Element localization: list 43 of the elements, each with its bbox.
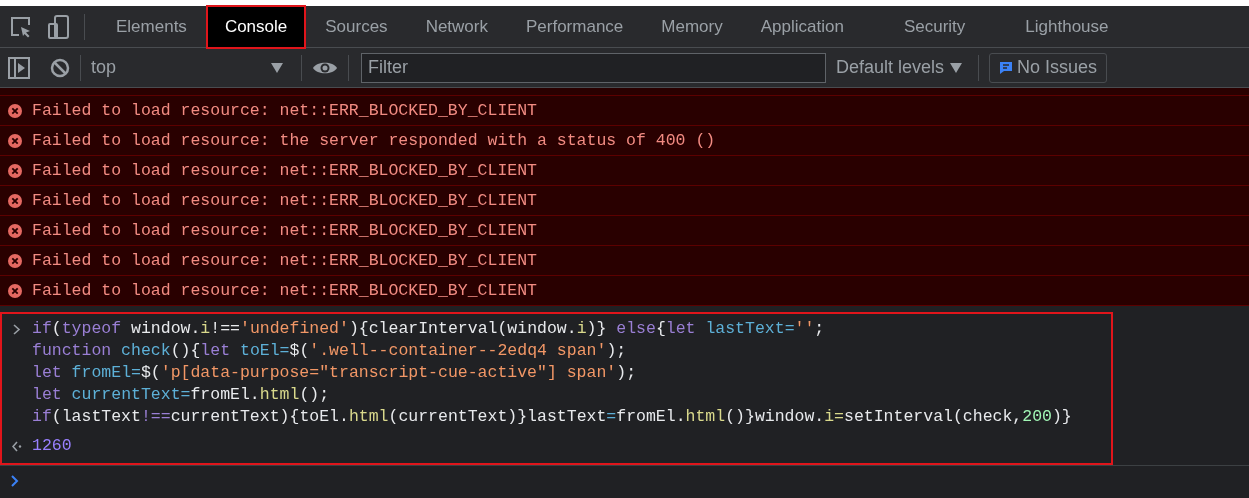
prompt-icon[interactable] [11,475,19,487]
error-message: Failed to load resource: net::ERR_BLOCKED_BY_CLIENT [32,101,537,120]
error-icon [8,253,22,268]
code-line: let fromEl=$('p[data-purpose="transcript-cue-active"] span'); [32,362,637,384]
filter-field[interactable]: Filter [361,52,826,83]
tab[interactable]: Sources [308,6,405,47]
error-message: Failed to load resource: net::ERR_BLOCKED_BY_CLIENT [32,191,537,210]
error-message: Failed to load resource: net::ERR_BLOCKED_BY_CLIENT [32,251,537,270]
levels-dropdown[interactable]: Default levels [830,56,969,79]
tab[interactable]: Memory [644,6,740,47]
error-message: Failed to load resource: the server responded with a status of 400 () [32,131,716,150]
result-value: 1260 [32,435,72,457]
code-line: if(typeof window.i!=='undefined'){clearInterval(window.i)} else{let lastText=''; [32,318,825,340]
tab[interactable]: Network [408,6,505,47]
error-message: Failed to load resource: net::ERR_BLOCKED_BY_CLIENT [32,161,537,180]
tab[interactable]: Application [743,6,861,47]
sidebar-toggle-icon[interactable] [8,56,30,79]
device-icon[interactable] [48,14,70,39]
error-icon [8,223,22,238]
error-icon [8,133,22,148]
error-icon [8,283,22,298]
prompt-icon [13,323,21,335]
error-message: Failed to load resource: net::ERR_BLOCKED_BY_CLIENT [32,221,537,240]
error-icon [8,193,22,208]
tab[interactable]: Lighthouse [1008,6,1126,47]
inspect-icon[interactable] [10,15,32,38]
issues-button[interactable]: No Issues [989,52,1108,83]
error-icon [8,163,22,178]
clear-icon[interactable] [50,57,70,78]
caret-icon [271,62,283,73]
code-line: let currentText=fromEl.html(); [32,384,330,406]
tab[interactable]: Security [886,6,983,47]
tab[interactable]: Performance [509,6,641,47]
caret-icon [950,62,963,73]
code-line: if(lastText!==currentText){toEl.html(currentText)}lastText=fromEl.html()}window.i=setInterval(check,200)} [32,406,1072,428]
code-line: function check(){let toEl=$('.well--container--2edq4 span'); [32,340,627,362]
error-icon [8,103,22,118]
error-message: Failed to load resource: net::ERR_BLOCKED_BY_CLIENT [32,281,537,300]
result-arrow-icon [11,440,23,452]
message-icon [999,60,1014,75]
tab[interactable]: Console [207,6,305,47]
context-dropdown[interactable]: top [91,57,291,78]
tab[interactable]: Elements [99,6,204,47]
